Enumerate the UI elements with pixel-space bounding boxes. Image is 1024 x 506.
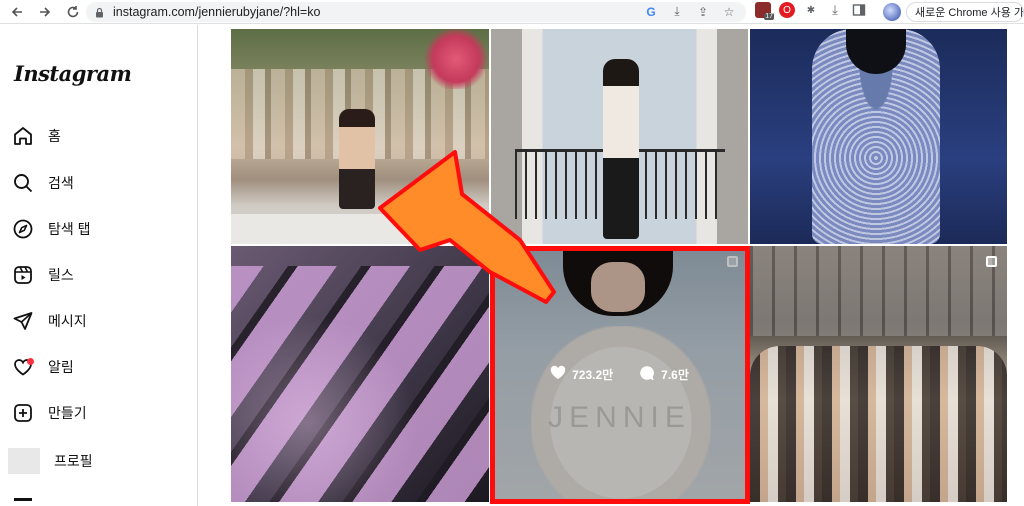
share-icon[interactable]: ⇪ <box>696 5 710 19</box>
sidebar-item-home[interactable]: 홈 <box>12 121 61 151</box>
forward-icon[interactable] <box>34 1 56 23</box>
sidebar-item-label: 알림 <box>48 359 74 375</box>
sidebar-item-notifications[interactable]: 알림 <box>12 352 74 382</box>
plus-square-icon <box>12 402 34 424</box>
lock-icon <box>94 7 105 18</box>
profile-avatar <box>8 448 40 474</box>
search-icon <box>12 172 34 194</box>
photo-group-people <box>750 346 1007 502</box>
nav-controls <box>0 1 84 23</box>
chrome-update-chip[interactable]: 새로운 Chrome 사용 가능 <box>906 2 1024 22</box>
browser-toolbar: instagram.com/jennierubyjane/?hl=ko G ⤓ … <box>0 0 1024 24</box>
reels-icon <box>12 264 34 286</box>
extension-badge-icon[interactable]: 17 <box>755 2 774 20</box>
sidebar-item-label: 프로필 <box>54 453 93 469</box>
photo-flower-decor <box>421 29 489 89</box>
sidebar-item-search[interactable]: 검색 <box>12 168 74 198</box>
multi-post-icon <box>986 256 997 267</box>
sidebar-item-label: 검색 <box>48 175 74 191</box>
photo-figure <box>603 59 639 239</box>
compass-icon <box>12 218 34 240</box>
sidebar-item-explore[interactable]: 탐색 탭 <box>12 214 91 244</box>
extension-badge-count: 17 <box>764 13 774 20</box>
sidebar-item-label: 탐색 탭 <box>48 221 91 237</box>
photo-ceiling <box>750 246 1007 336</box>
google-icon[interactable]: G <box>644 5 658 19</box>
sidebar-item-create[interactable]: 만들기 <box>12 398 87 428</box>
extensions-area: 17 O ✱ ⤓ <box>755 2 867 20</box>
sidebar-more-partial <box>14 498 32 501</box>
sidepanel-icon[interactable] <box>851 2 867 18</box>
post-tile[interactable] <box>231 29 489 244</box>
address-bar[interactable]: instagram.com/jennierubyjane/?hl=ko G ⤓ … <box>86 2 746 22</box>
sidebar-item-label: 메시지 <box>48 313 87 329</box>
highlight-box <box>490 246 750 504</box>
post-tile[interactable] <box>231 246 489 502</box>
install-icon[interactable]: ⤓ <box>670 4 684 19</box>
sidebar-item-label: 홈 <box>48 128 61 144</box>
home-icon <box>12 125 34 147</box>
sidebar-item-profile[interactable]: 프로필 <box>8 446 93 476</box>
photo-mic-sparkle <box>231 306 489 502</box>
photo-figure <box>339 109 375 209</box>
post-tile[interactable] <box>491 29 748 244</box>
sidebar-item-label: 릴스 <box>48 267 74 283</box>
notification-dot <box>27 358 34 365</box>
post-tile[interactable] <box>750 29 1007 244</box>
photo-wall <box>231 214 489 244</box>
download-icon[interactable]: ⤓ <box>827 2 843 18</box>
bookmark-star-icon[interactable]: ☆ <box>722 5 736 19</box>
url-text: instagram.com/jennierubyjane/?hl=ko <box>113 5 321 19</box>
post-tile[interactable] <box>750 246 1007 502</box>
sidebar: Instagram 홈 검색 탐색 탭 릴스 메시지 알림 만들기 프로필 <box>0 25 198 506</box>
back-icon[interactable] <box>6 1 28 23</box>
sidebar-item-label: 만들기 <box>48 405 87 421</box>
reload-icon[interactable] <box>62 1 84 23</box>
puzzle-extensions-icon[interactable]: ✱ <box>803 2 819 18</box>
opera-icon[interactable]: O <box>779 2 795 18</box>
sidebar-item-reels[interactable]: 릴스 <box>12 260 74 290</box>
sidebar-item-messages[interactable]: 메시지 <box>12 306 87 336</box>
heart-icon <box>12 356 34 378</box>
instagram-logo[interactable]: Instagram <box>14 61 132 86</box>
browser-profile-avatar[interactable] <box>883 3 901 21</box>
send-icon <box>12 310 34 332</box>
